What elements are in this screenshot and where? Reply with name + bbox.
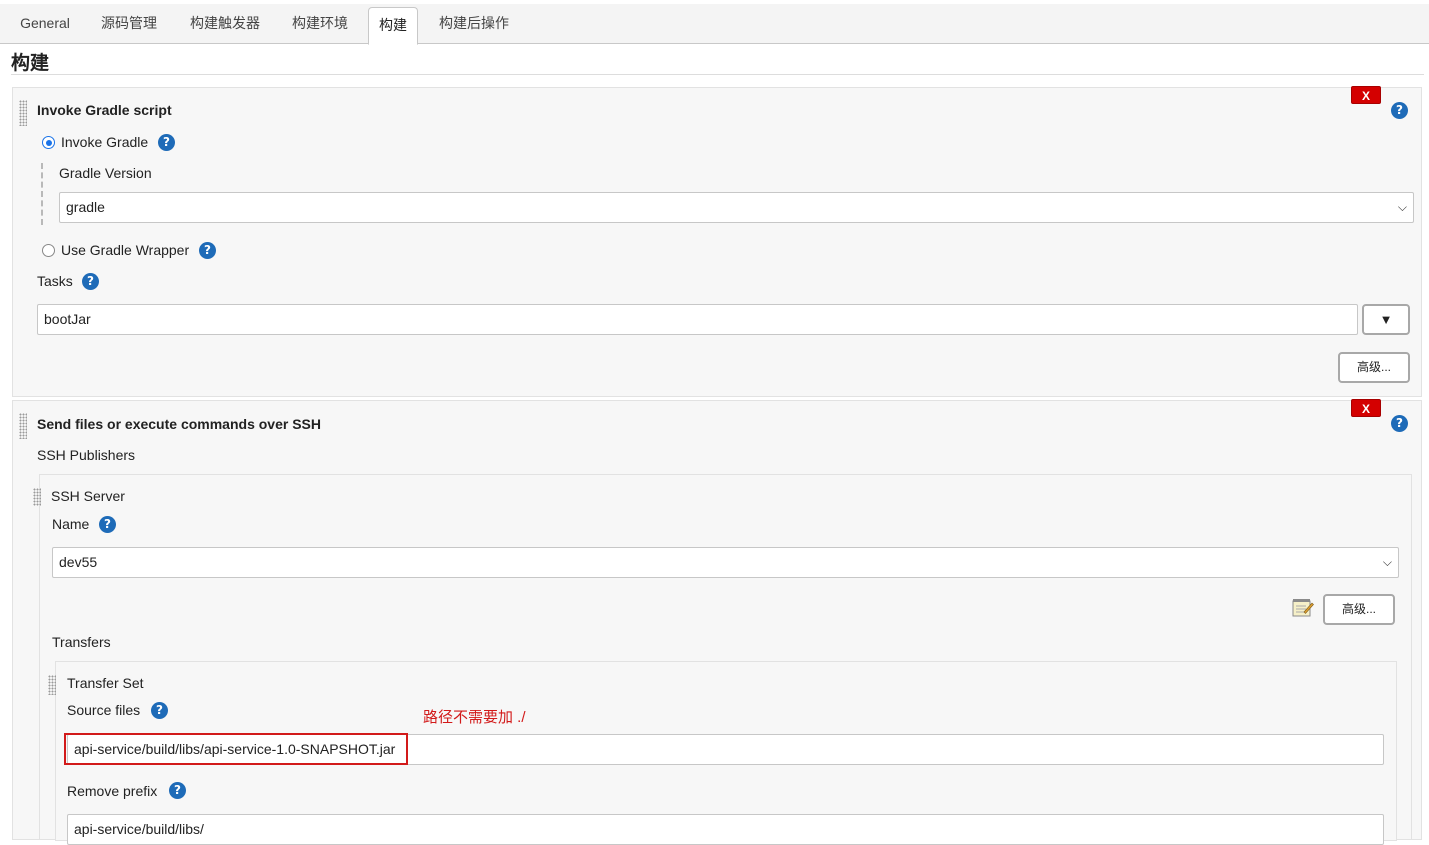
- chevron-down-icon: ⌵: [1397, 200, 1407, 214]
- transfer-set-title: Transfer Set: [67, 675, 144, 691]
- help-icon[interactable]: ?: [151, 702, 168, 719]
- gradle-advanced-button[interactable]: 高级...: [1338, 352, 1410, 383]
- annotation-note: 路径不需要加 ./: [423, 709, 526, 726]
- use-gradle-wrapper-radio[interactable]: [42, 244, 55, 257]
- help-icon[interactable]: ?: [158, 134, 175, 151]
- tab-build-environment[interactable]: 构建环境: [280, 4, 360, 43]
- gradle-version-value: gradle: [66, 199, 105, 215]
- tasks-input[interactable]: bootJar: [37, 304, 1358, 335]
- section-divider: [11, 74, 1424, 75]
- drag-handle-icon[interactable]: [48, 675, 56, 695]
- notepad-edit-icon[interactable]: [1292, 598, 1314, 618]
- ssh-publishers-label: SSH Publishers: [37, 447, 136, 463]
- chevron-down-icon: ⌵: [1382, 555, 1392, 569]
- ssh-step-title: Send files or execute commands over SSH: [37, 416, 321, 432]
- help-icon[interactable]: ?: [169, 782, 186, 799]
- help-icon[interactable]: ?: [1391, 415, 1408, 432]
- ssh-name-value: dev55: [59, 554, 98, 570]
- remove-prefix-label: Remove prefix: [67, 783, 158, 799]
- ssh-advanced-button[interactable]: 高级...: [1323, 594, 1395, 625]
- help-icon[interactable]: ?: [1391, 102, 1408, 119]
- tab-general[interactable]: General: [8, 4, 82, 43]
- help-icon[interactable]: ?: [199, 242, 216, 259]
- tasks-value: bootJar: [44, 311, 91, 327]
- remove-prefix-value: api-service/build/libs/: [74, 821, 204, 837]
- delete-gradle-step-button[interactable]: X: [1351, 86, 1381, 104]
- use-gradle-wrapper-label: Use Gradle Wrapper: [61, 242, 190, 258]
- gradle-step-title: Invoke Gradle script: [37, 102, 172, 118]
- ssh-name-label: Name: [52, 516, 90, 532]
- tab-source-management[interactable]: 源码管理: [90, 4, 168, 43]
- annotation-highlight-box: [64, 733, 408, 765]
- nested-indicator: [41, 163, 43, 225]
- gradle-build-step: [12, 87, 1422, 397]
- help-icon[interactable]: ?: [82, 273, 99, 290]
- drag-handle-icon[interactable]: [19, 100, 27, 126]
- drag-handle-icon[interactable]: [33, 488, 41, 506]
- gradle-version-select[interactable]: gradle ⌵: [59, 192, 1414, 223]
- drag-handle-icon[interactable]: [19, 413, 27, 439]
- tasks-label: Tasks: [37, 273, 73, 289]
- tab-bar: General 源码管理 构建触发器 构建环境 构建 构建后操作: [0, 4, 1429, 45]
- source-files-label: Source files: [67, 702, 141, 718]
- tab-build-triggers[interactable]: 构建触发器: [178, 4, 272, 43]
- tab-build[interactable]: 构建: [368, 7, 418, 45]
- remove-prefix-input[interactable]: api-service/build/libs/: [67, 814, 1384, 845]
- tab-post-build-actions[interactable]: 构建后操作: [428, 4, 520, 43]
- invoke-gradle-label: Invoke Gradle: [61, 134, 149, 150]
- tasks-expand-button[interactable]: ▼: [1362, 304, 1410, 335]
- transfers-label: Transfers: [52, 634, 111, 650]
- gradle-version-label: Gradle Version: [59, 165, 152, 181]
- section-title: 构建: [11, 53, 50, 74]
- delete-ssh-step-button[interactable]: X: [1351, 399, 1381, 417]
- help-icon[interactable]: ?: [99, 516, 116, 533]
- ssh-name-select[interactable]: dev55 ⌵: [52, 547, 1399, 578]
- ssh-server-title: SSH Server: [51, 488, 125, 504]
- invoke-gradle-radio[interactable]: [42, 136, 55, 149]
